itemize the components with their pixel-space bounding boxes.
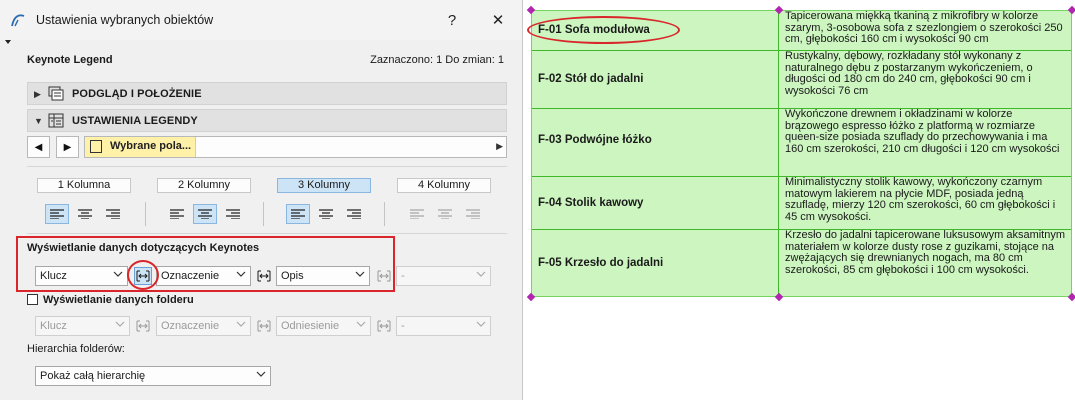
link-fields-icon[interactable] (134, 317, 152, 335)
chevron-down-icon (115, 321, 125, 327)
element-type-label: Keynote Legend (27, 54, 113, 66)
keynote-highlight-annotation (16, 236, 395, 292)
divider (384, 202, 385, 226)
folder-data-label: Wyświetlanie danych folderu (43, 294, 194, 306)
title-bar[interactable]: Ustawienia wybranych obiektów ? ✕ (0, 0, 522, 40)
column-option-3[interactable]: 3 Kolumny (277, 178, 371, 193)
select-value: Odniesienie (281, 320, 340, 332)
link-button-highlight-annotation (127, 260, 159, 290)
align-center-icon[interactable] (314, 204, 338, 224)
chevron-down-icon (476, 271, 486, 277)
key-highlight-annotation (527, 16, 680, 44)
section-preview-position[interactable]: ▶ PODGLĄD I POŁOŻENIE (27, 82, 507, 105)
align-left-icon[interactable] (405, 204, 429, 224)
select-value: Klucz (40, 320, 67, 332)
select-value: Pokaż całą hierarchię (40, 370, 146, 382)
column-option-4[interactable]: 4 Kolumny (397, 178, 491, 193)
align-right-icon[interactable] (221, 204, 245, 224)
selection-handle[interactable] (1067, 292, 1075, 302)
favorite-chip[interactable]: Wybrane pola... (85, 137, 196, 157)
favorite-value: Wybrane pola... (110, 140, 192, 152)
keynote-description: Krzesło do jadalni tapicerowane luksusow… (785, 229, 1066, 276)
columns-icon (90, 140, 102, 153)
keynote-description: Tapicerowana miękką tkaniną z mikrofibry… (785, 10, 1063, 46)
table-row: F-03 Podwójne łóżko Wykończone drewnem i… (532, 108, 1071, 177)
keynote-field-4-select[interactable]: - (396, 266, 491, 286)
next-favorite-button[interactable]: ▶ (56, 136, 79, 158)
link-fields-icon[interactable] (255, 317, 273, 335)
keynote-description: Rustykalny, dębowy, rozkładany stół wyko… (785, 50, 1033, 97)
legend-settings-icon (48, 113, 64, 128)
keynote-description: Wykończone drewnem i okładzinami w kolor… (785, 108, 1060, 155)
folder-field-1-select[interactable]: Klucz (35, 316, 130, 336)
table-row: F-05 Krzesło do jadalni Krzesło do jadal… (532, 229, 1071, 296)
scroll-right-icon[interactable]: ▶ (496, 141, 503, 152)
settings-dialog: Ustawienia wybranych obiektów ? ✕ Keynot… (0, 0, 523, 400)
chevron-down-icon (256, 371, 266, 377)
dialog-title: Ustawienia wybranych obiektów (36, 13, 214, 27)
favorites-selector[interactable]: Wybrane pola... ▶ (84, 136, 507, 158)
folder-data-checkbox[interactable] (27, 294, 38, 305)
align-right-icon[interactable] (101, 204, 125, 224)
link-fields-icon[interactable] (375, 317, 393, 335)
section-title: USTAWIENIA LEGENDY (72, 115, 198, 127)
keynote-key: F-04 Stolik kawowy (538, 197, 644, 209)
folder-field-4-select[interactable]: - (396, 316, 491, 336)
divider (263, 202, 264, 226)
select-value: Oznaczenie (161, 320, 220, 332)
folder-hierarchy-label: Hierarchia folderów: (27, 343, 125, 355)
menu-triangle-icon[interactable] (5, 40, 11, 44)
keynote-key: F-02 Stół do jadalni (538, 73, 644, 85)
align-left-icon[interactable] (45, 204, 69, 224)
select-value: - (401, 270, 405, 282)
prev-favorite-button[interactable]: ◀ (27, 136, 50, 158)
selection-info: Zaznaczono: 1 Do zmian: 1 (370, 54, 504, 66)
keynote-description: Minimalistyczny stolik kawowy, wykończon… (785, 176, 1056, 223)
section-legend-settings[interactable]: ▼ USTAWIENIA LEGENDY (27, 109, 507, 132)
align-left-icon[interactable] (165, 204, 189, 224)
align-right-icon[interactable] (461, 204, 485, 224)
align-center-icon[interactable] (73, 204, 97, 224)
divider (27, 233, 507, 234)
column-option-1[interactable]: 1 Kolumna (37, 178, 131, 193)
expanded-arrow-icon: ▼ (34, 116, 43, 126)
table-row: F-04 Stolik kawowy Minimalistyczny stoli… (532, 176, 1071, 230)
favorites-row: ◀ ▶ Wybrane pola... ▶ (27, 136, 507, 158)
section-title: PODGLĄD I POŁOŻENIE (72, 88, 202, 100)
divider (145, 202, 146, 226)
keynote-key: F-05 Krzesło do jadalni (538, 257, 664, 269)
chevron-down-icon (356, 321, 366, 327)
folder-field-2-select[interactable]: Oznaczenie (156, 316, 251, 336)
help-button[interactable]: ? (440, 8, 464, 32)
column-option-2[interactable]: 2 Kolumny (157, 178, 251, 193)
collapsed-arrow-icon: ▶ (34, 89, 41, 99)
chevron-down-icon (476, 321, 486, 327)
keynote-legend-table[interactable]: F-01 Sofa modułowa Tapicerowana miękką t… (531, 10, 1072, 297)
app-logo-icon (11, 14, 25, 27)
close-button[interactable]: ✕ (486, 8, 510, 32)
align-right-icon[interactable] (342, 204, 366, 224)
folder-hierarchy-select[interactable]: Pokaż całą hierarchię (35, 366, 271, 386)
align-center-icon[interactable] (193, 204, 217, 224)
keynote-key: F-03 Podwójne łóżko (538, 134, 652, 146)
align-left-icon[interactable] (286, 204, 310, 224)
select-value: - (401, 320, 405, 332)
divider (27, 166, 507, 167)
table-row: F-02 Stół do jadalni Rustykalny, dębowy,… (532, 50, 1071, 109)
chevron-down-icon (236, 321, 246, 327)
align-center-icon[interactable] (433, 204, 457, 224)
preview-position-icon (48, 86, 64, 101)
folder-field-3-select[interactable]: Odniesienie (276, 316, 371, 336)
